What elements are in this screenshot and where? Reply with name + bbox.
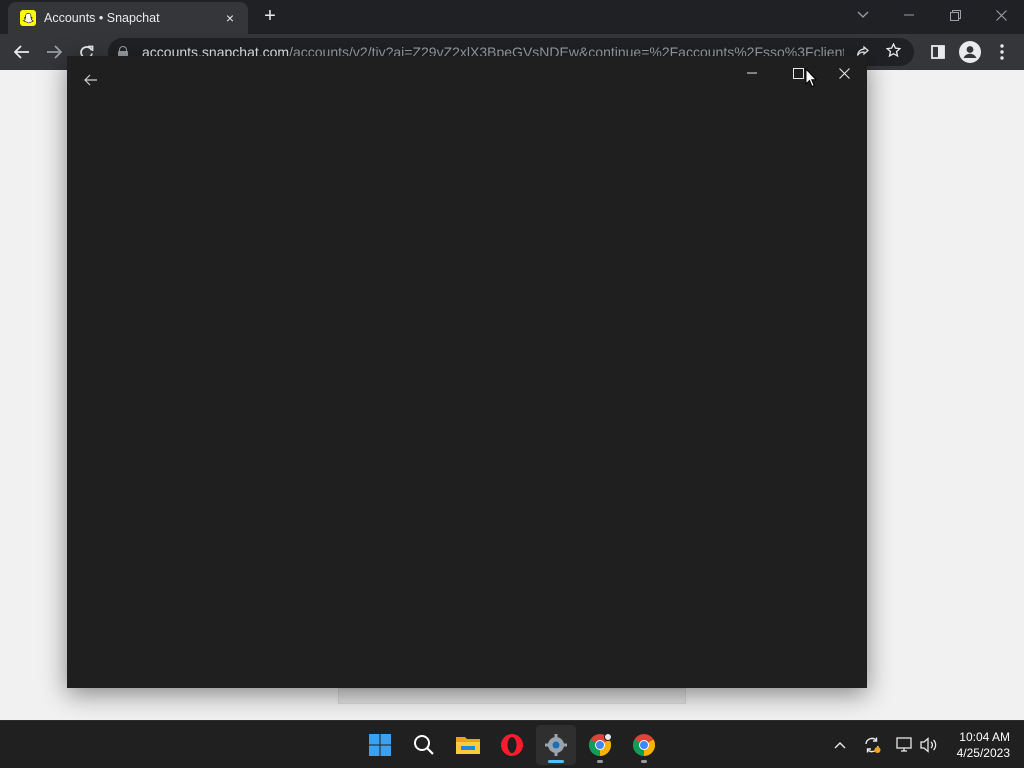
forward-button[interactable] <box>40 38 68 66</box>
back-button[interactable] <box>8 38 36 66</box>
underlying-page-element <box>338 688 686 704</box>
tab-search-dropdown-icon[interactable] <box>840 0 886 30</box>
popup-back-button[interactable] <box>81 70 101 90</box>
sign-in-popup-window <box>67 56 867 688</box>
clock-time: 10:04 AM <box>959 730 1010 744</box>
running-app-indicator <box>597 760 603 763</box>
taskbar-search-icon[interactable] <box>404 725 444 765</box>
active-app-indicator <box>548 760 564 763</box>
chrome-icon[interactable] <box>624 725 664 765</box>
windows-start-icon[interactable] <box>360 725 400 765</box>
windows-taskbar: 10:04 AM 4/25/2023 <box>0 720 1024 768</box>
opera-browser-icon[interactable] <box>492 725 532 765</box>
show-hidden-icons-chevron-icon[interactable] <box>830 733 850 757</box>
tab-accounts-snapchat[interactable]: Accounts • Snapchat × <box>8 2 248 34</box>
new-tab-button[interactable]: + <box>258 6 282 28</box>
volume-icon[interactable] <box>918 733 940 757</box>
popup-minimize-button[interactable] <box>735 62 769 84</box>
browser-titlebar: Accounts • Snapchat × + <box>0 0 1024 34</box>
tab-title: Accounts • Snapchat <box>44 11 160 25</box>
network-icon[interactable] <box>894 733 916 757</box>
file-explorer-icon[interactable] <box>448 725 488 765</box>
browser-close-button[interactable] <box>978 0 1024 30</box>
sync-status-icon[interactable] <box>860 733 884 757</box>
clock-date: 4/25/2023 <box>956 746 1010 760</box>
running-app-indicator <box>641 760 647 763</box>
settings-gear-icon[interactable] <box>536 725 576 765</box>
popup-close-button[interactable] <box>827 62 861 84</box>
side-panel-icon[interactable] <box>924 38 952 66</box>
chrome-menu-icon[interactable] <box>988 38 1016 66</box>
tab-close-icon[interactable]: × <box>222 10 238 26</box>
profile-avatar-icon[interactable] <box>956 38 984 66</box>
snapchat-favicon-icon <box>20 10 36 26</box>
mouse-pointer-icon <box>805 67 818 88</box>
browser-minimize-button[interactable] <box>886 0 932 30</box>
browser-restore-button[interactable] <box>932 0 978 30</box>
bookmark-star-icon[interactable] <box>882 42 904 61</box>
system-clock[interactable]: 10:04 AM 4/25/2023 <box>957 729 1010 761</box>
chrome-profile-icon[interactable] <box>580 725 620 765</box>
